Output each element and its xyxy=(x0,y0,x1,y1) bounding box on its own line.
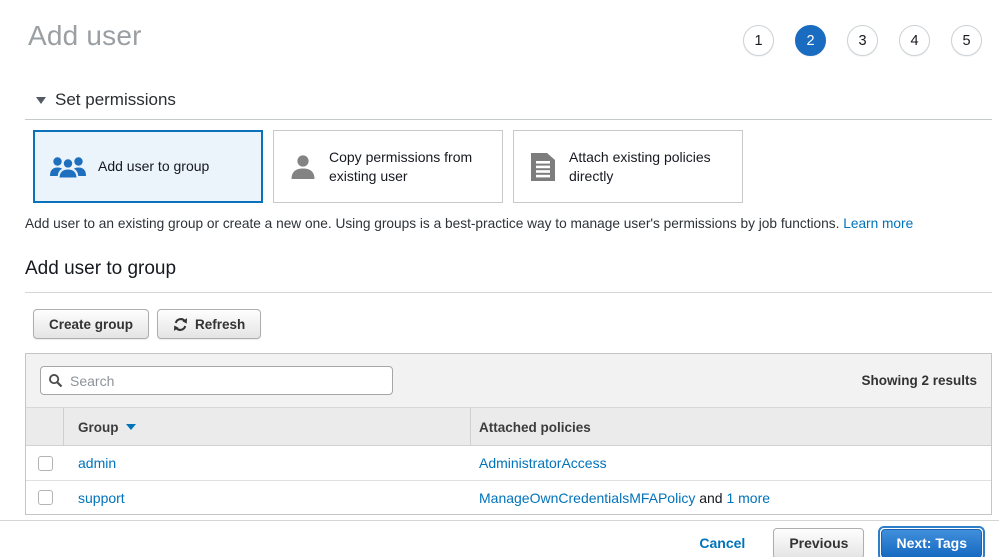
step-circle: 2 xyxy=(795,25,826,56)
search-box xyxy=(40,366,393,395)
user-icon xyxy=(288,152,318,182)
step-circle: 5 xyxy=(951,25,982,56)
table-header-row: Group Attached policies xyxy=(26,408,991,446)
previous-button[interactable]: Previous xyxy=(773,528,864,557)
set-permissions-section-toggle[interactable]: Set permissions xyxy=(25,90,992,120)
step-circle: 3 xyxy=(847,25,878,56)
step-indicator: 1 2 3 4 5 xyxy=(743,25,982,56)
more-policies-link[interactable]: 1 more xyxy=(726,490,770,506)
table-toolbar: Showing 2 results xyxy=(26,354,991,408)
groups-table-panel: Showing 2 results Group Attached policie… xyxy=(25,353,992,515)
section-description: Add user to an existing group or create … xyxy=(25,216,992,231)
results-count: Showing 2 results xyxy=(861,373,977,388)
wizard-footer: Cancel Previous Next: Tags xyxy=(0,520,999,557)
cancel-link[interactable]: Cancel xyxy=(699,535,745,551)
step-circle: 1 xyxy=(743,25,774,56)
group-cell: support xyxy=(64,490,471,506)
permission-option-cards: Add user to group Copy permissions from … xyxy=(25,130,992,203)
and-text: and xyxy=(699,490,722,506)
policies-cell: ManageOwnCredentialsMFAPolicy and 1 more xyxy=(471,490,991,506)
policies-cell: AdministratorAccess xyxy=(471,455,991,471)
card-add-user-to-group[interactable]: Add user to group xyxy=(33,130,263,203)
policy-link[interactable]: ManageOwnCredentialsMFAPolicy xyxy=(479,490,695,506)
group-link[interactable]: admin xyxy=(78,455,116,471)
group-section-title: Add user to group xyxy=(25,258,992,293)
row-checkbox[interactable] xyxy=(38,456,53,471)
create-group-button[interactable]: Create group xyxy=(33,309,149,339)
description-text: Add user to an existing group or create … xyxy=(25,216,839,231)
search-input[interactable] xyxy=(40,366,393,395)
group-cell: admin xyxy=(64,455,471,471)
next-tags-button[interactable]: Next: Tags xyxy=(881,529,982,557)
group-link[interactable]: support xyxy=(78,490,125,506)
group-icon xyxy=(49,153,87,181)
attached-policies-label: Attached policies xyxy=(479,420,591,435)
group-column-header[interactable]: Group xyxy=(64,408,471,446)
section-title: Set permissions xyxy=(55,90,176,110)
next-button-focus-ring: Next: Tags xyxy=(878,526,985,557)
learn-more-link[interactable]: Learn more xyxy=(843,216,913,231)
step-circle: 4 xyxy=(899,25,930,56)
document-icon xyxy=(528,151,558,183)
card-attach-policies[interactable]: Attach existing policies directly xyxy=(513,130,743,203)
policy-link[interactable]: AdministratorAccess xyxy=(479,455,607,471)
select-all-column xyxy=(26,408,64,446)
card-label: Add user to group xyxy=(98,157,209,175)
row-checkbox[interactable] xyxy=(38,490,53,505)
search-icon xyxy=(48,373,63,388)
card-label: Copy permissions from existing user xyxy=(329,148,492,184)
attached-policies-column-header: Attached policies xyxy=(471,420,991,435)
card-copy-permissions[interactable]: Copy permissions from existing user xyxy=(273,130,503,203)
refresh-label: Refresh xyxy=(195,317,245,332)
page-title: Add user xyxy=(28,20,142,52)
group-actions: Create group Refresh xyxy=(25,309,992,339)
create-group-label: Create group xyxy=(49,317,133,332)
sort-desc-icon xyxy=(126,424,136,430)
previous-label: Previous xyxy=(789,535,848,551)
table-row: support ManageOwnCredentialsMFAPolicy an… xyxy=(26,480,991,514)
refresh-button[interactable]: Refresh xyxy=(157,309,261,339)
refresh-icon xyxy=(173,317,188,332)
card-label: Attach existing policies directly xyxy=(569,148,732,184)
table-row: admin AdministratorAccess xyxy=(26,446,991,480)
checkbox-cell xyxy=(26,490,64,505)
wizard-header: Add user 1 2 3 4 5 xyxy=(0,0,999,56)
group-column-label: Group xyxy=(78,420,119,435)
collapse-caret-icon xyxy=(36,97,46,104)
checkbox-cell xyxy=(26,456,64,471)
